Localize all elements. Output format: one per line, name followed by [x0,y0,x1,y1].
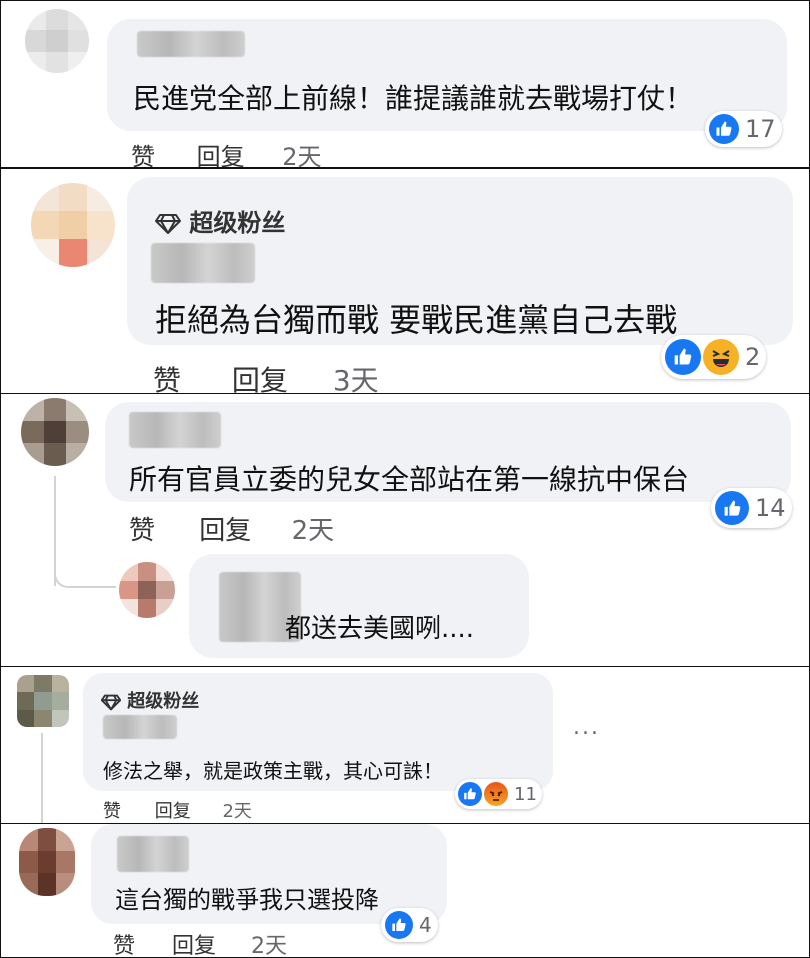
reply-button[interactable]: 回复 [155,797,191,823]
reaction-summary[interactable]: 11 [455,779,542,809]
timestamp[interactable]: 3天 [333,359,379,393]
timestamp[interactable]: 2天 [222,797,251,823]
avatar[interactable] [31,183,115,267]
reply-text: 都送去美國咧.... [285,614,475,644]
thread-line [41,733,43,823]
author-name[interactable] [117,836,189,872]
timestamp[interactable]: 2天 [282,137,321,167]
comment-panel-1: 民進党全部上前線！誰提議誰就去戰場打仗！ 17 赞 回复 2天 [0,0,810,168]
comment-bubble: 民進党全部上前線！誰提議誰就去戰場打仗！ [107,19,787,131]
like-button[interactable]: 赞 [103,797,121,823]
comment-panel-4: 超级粉丝 修法之舉，就是政策主戰，其心可誅！ ... 11 赞 回复 2天 [0,666,810,824]
avatar[interactable] [21,398,89,466]
comment-actions: 赞 回复 2天 [103,797,252,823]
author-name[interactable] [151,243,255,283]
thread-connector [54,562,116,588]
top-fan-badge: 超级粉丝 [101,687,199,713]
reply-avatar[interactable] [119,562,175,618]
reaction-summary[interactable]: 4 [381,908,438,942]
comment-panel-3: 所有官員立委的兒女全部站在第一線抗中保台 14 赞 回复 2天 都送去美國咧..… [0,393,810,667]
like-icon [458,782,482,806]
comment-text: 修法之舉，就是政策主戰，其心可誅！ [103,759,443,783]
reaction-count: 4 [419,913,432,937]
avatar[interactable] [25,9,89,73]
comment-text: 拒絕為台獨而戰 要戰民進黨自己去戰 [155,301,678,339]
like-button[interactable]: 赞 [131,137,155,167]
author-name[interactable] [129,412,221,448]
angry-icon [484,782,508,806]
reaction-summary[interactable]: 2 [661,335,767,379]
author-name[interactable] [103,715,177,739]
reaction-summary[interactable]: 14 [711,488,792,528]
more-options-icon[interactable]: ... [573,715,600,740]
reply-button[interactable]: 回复 [172,928,216,957]
reply-button[interactable]: 回复 [199,510,251,547]
reaction-count: 17 [745,115,776,143]
timestamp[interactable]: 2天 [292,510,335,547]
comment-panel-5: 這台獨的戰爭我只選投降 4 赞 回复 2天 [0,823,810,958]
comment-bubble: 超级粉丝 拒絕為台獨而戰 要戰民進黨自己去戰 [127,177,793,345]
like-icon [715,491,749,525]
reaction-count: 2 [745,343,761,371]
like-button[interactable]: 赞 [129,510,155,547]
haha-icon [703,339,739,375]
comment-text: 所有官員立委的兒女全部站在第一線抗中保台 [129,463,690,496]
reaction-count: 11 [514,783,537,805]
like-icon [709,114,739,144]
comment-actions: 赞 回复 3天 [153,359,379,393]
reply-button[interactable]: 回复 [232,359,288,393]
reply-bubble: 都送去美國咧.... [189,554,529,658]
fan-badge-label: 超级粉丝 [127,691,200,712]
comment-bubble: 所有官員立委的兒女全部站在第一線抗中保台 [105,402,791,502]
comment-bubble: 超级粉丝 修法之舉，就是政策主戰，其心可誅！ [83,673,553,791]
reply-button[interactable]: 回复 [197,137,245,167]
like-button[interactable]: 赞 [113,928,135,957]
top-fan-badge: 超级粉丝 [155,203,285,238]
diamond-icon [101,694,121,710]
avatar[interactable] [19,828,75,896]
comment-actions: 赞 回复 2天 [113,928,287,957]
like-button[interactable]: 赞 [153,359,181,393]
reaction-count: 14 [755,494,786,522]
timestamp[interactable]: 2天 [251,928,287,957]
diamond-icon [155,214,181,234]
avatar[interactable] [17,675,69,727]
reaction-summary[interactable]: 17 [705,111,782,147]
comment-panel-2: 超级粉丝 拒絕為台獨而戰 要戰民進黨自己去戰 2 赞 回复 3天 [0,168,810,394]
comment-text: 這台獨的戰爭我只選投降 [115,886,379,914]
like-icon [665,339,701,375]
comment-actions: 赞 回复 2天 [129,510,334,547]
fan-badge-label: 超级粉丝 [189,209,286,237]
like-icon [385,911,413,939]
author-name[interactable] [137,31,245,57]
comment-text: 民進党全部上前線！誰提議誰就去戰場打仗！ [133,82,694,115]
comment-actions: 赞 回复 2天 [131,137,322,167]
